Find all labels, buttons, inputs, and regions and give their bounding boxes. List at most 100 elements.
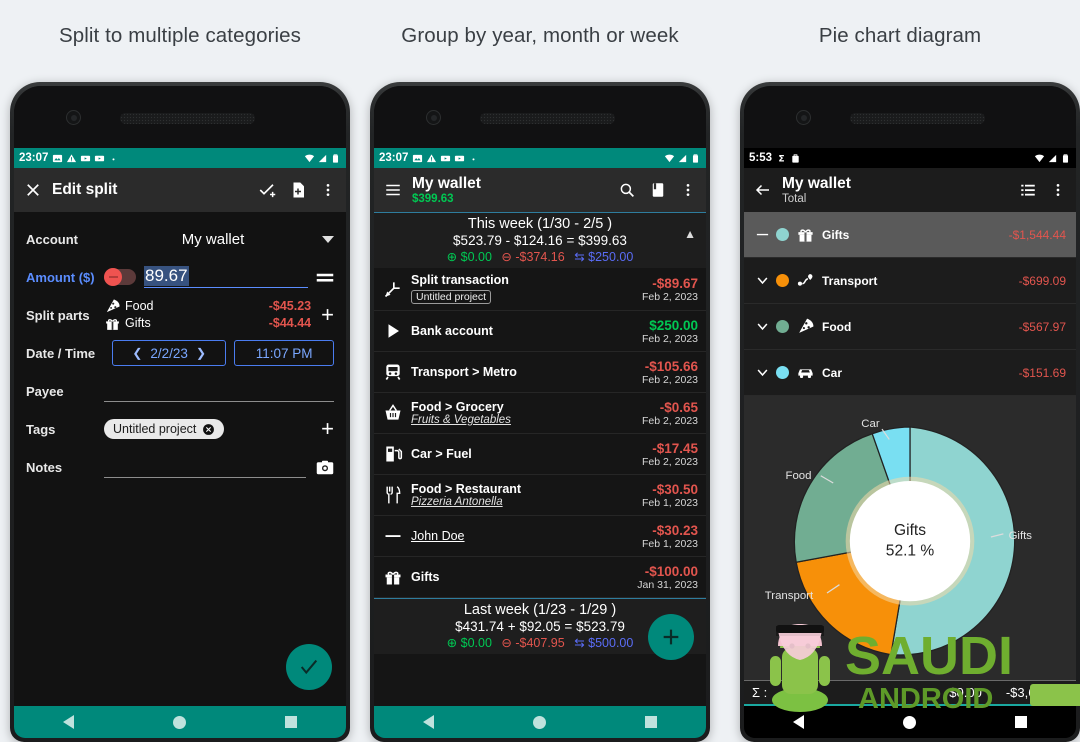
field-payee[interactable]: Payee: [26, 372, 334, 410]
route-icon: [797, 274, 813, 286]
chevron-down-icon[interactable]: [754, 273, 771, 288]
back-arrow-icon[interactable]: [754, 181, 772, 199]
account-value[interactable]: My wallet: [104, 231, 322, 248]
split-part-row[interactable]: Food -$45.23: [104, 298, 311, 315]
table-row[interactable]: Food > Restaurant Pizzeria Antonella -$3…: [374, 475, 706, 516]
check-add-icon[interactable]: [258, 181, 276, 199]
add-tag-button[interactable]: +: [321, 418, 334, 440]
back-triangle-icon[interactable]: [63, 715, 75, 729]
close-icon[interactable]: [24, 181, 42, 199]
file-add-icon[interactable]: [289, 181, 307, 199]
account-label: Account: [26, 231, 78, 247]
date-time-label: Date / Time: [26, 345, 96, 361]
status-bar: 5:53 Σ: [744, 148, 1076, 168]
wallet-title-block: My wallet $399.63: [412, 175, 481, 205]
notes-input[interactable]: [104, 456, 306, 478]
field-notes[interactable]: Notes: [26, 448, 334, 486]
table-row[interactable]: Split transaction Untitled project -$89.…: [374, 268, 706, 311]
home-circle-icon[interactable]: [532, 715, 546, 729]
row-title: Gifts: [411, 570, 440, 584]
table-row[interactable]: Car > Fuel -$17.45 Feb 2, 2023: [374, 434, 706, 475]
next-day-icon[interactable]: ❯: [196, 346, 206, 360]
overflow-icon[interactable]: [320, 182, 336, 198]
tag-chip[interactable]: Untitled project: [104, 419, 225, 439]
earpiece-speaker: [480, 113, 615, 124]
hamburger-icon[interactable]: [384, 181, 402, 199]
recents-square-icon[interactable]: [284, 716, 297, 728]
field-date-time[interactable]: Date / Time ❮ 2/2/23 ❯ 11:07 PM: [26, 334, 334, 372]
chevron-down-icon[interactable]: [754, 319, 771, 334]
home-circle-icon[interactable]: [172, 715, 186, 729]
field-account[interactable]: Account My wallet: [26, 220, 334, 258]
status-system-icons: [304, 153, 341, 164]
status-system-icons: [1034, 153, 1071, 164]
table-row[interactable]: Gifts -$100.00 Jan 31, 2023: [374, 557, 706, 598]
chevron-up-icon[interactable]: ▲: [684, 227, 696, 241]
list-item[interactable]: Transport -$699.09: [744, 258, 1076, 304]
group-header-this-week[interactable]: This week (1/30 - 2/5 ) $523.79 - $124.1…: [374, 212, 706, 268]
chevron-down-icon[interactable]: [322, 235, 334, 243]
transaction-list[interactable]: This week (1/30 - 2/5 ) $523.79 - $124.1…: [374, 212, 706, 706]
warning-icon: [427, 153, 437, 162]
payee-input[interactable]: [104, 380, 334, 402]
overflow-icon[interactable]: [680, 182, 696, 198]
list-item[interactable]: Food -$567.97: [744, 304, 1076, 350]
equals-calculator-icon[interactable]: [316, 271, 334, 284]
amount-value[interactable]: 89.67: [144, 266, 189, 286]
recents-square-icon[interactable]: [1014, 716, 1027, 728]
category-list[interactable]: Gifts -$1,544.44 Transport -$699.09 Food…: [744, 212, 1076, 396]
chevron-down-icon[interactable]: [754, 365, 771, 380]
time-value[interactable]: 11:07 PM: [256, 346, 313, 361]
notes-label: Notes: [26, 459, 63, 475]
app-bar-actions: [258, 181, 336, 199]
status-notification-icons: [412, 153, 479, 164]
book-icon[interactable]: [649, 181, 667, 199]
row-amount: -$89.67: [652, 275, 698, 291]
camera-icon[interactable]: [316, 460, 334, 475]
list-icon[interactable]: [1019, 181, 1037, 199]
back-triangle-icon[interactable]: [423, 715, 435, 729]
field-amount[interactable]: Amount ($) 89.67: [26, 258, 334, 296]
sign-toggle[interactable]: [104, 268, 136, 286]
prev-day-icon[interactable]: ❮: [132, 346, 142, 360]
wallet-balance: $399.63: [412, 193, 454, 205]
video-icon: [81, 155, 91, 161]
field-tags[interactable]: Tags Untitled project +: [26, 410, 334, 448]
earpiece-speaker: [120, 113, 255, 124]
date-value[interactable]: 2/2/23: [150, 346, 188, 361]
row-right: $250.00 Feb 2, 2023: [636, 318, 698, 345]
split-part-name: Gifts: [125, 316, 151, 330]
table-row[interactable]: Transport > Metro -$105.66 Feb 2, 2023: [374, 352, 706, 393]
field-split-parts[interactable]: Split parts Food -$45.23 Gifts -$44.44 +: [26, 296, 334, 334]
split-part-row[interactable]: Gifts -$44.44: [104, 315, 311, 332]
row-main: Food > Restaurant Pizzeria Antonella: [411, 482, 636, 508]
row-title: John Doe: [411, 529, 465, 543]
list-item[interactable]: Car -$151.69: [744, 350, 1076, 396]
recents-square-icon[interactable]: [644, 716, 657, 728]
add-transaction-fab[interactable]: [648, 614, 694, 660]
save-fab-button[interactable]: [286, 644, 332, 690]
table-row[interactable]: Food > Grocery Fruits & Vegetables -$0.6…: [374, 393, 706, 434]
sum-total: -$3,685.68: [1005, 685, 1068, 700]
group-prev-balance: $523.79: [453, 233, 502, 248]
signal-icon: [678, 154, 687, 162]
list-item[interactable]: Gifts -$1,544.44: [744, 212, 1076, 258]
remove-tag-icon[interactable]: [202, 423, 215, 436]
table-row[interactable]: Bank account $250.00 Feb 2, 2023: [374, 311, 706, 352]
table-row[interactable]: John Doe -$30.23 Feb 1, 2023: [374, 516, 706, 557]
date-picker[interactable]: ❮ 2/2/23 ❯: [112, 340, 227, 366]
back-triangle-icon[interactable]: [793, 715, 805, 729]
search-icon[interactable]: [618, 181, 636, 199]
svg-text:Σ: Σ: [778, 153, 784, 163]
category-name: Gifts: [822, 227, 850, 242]
row-date: Feb 2, 2023: [641, 414, 698, 427]
pie-chart[interactable]: Gifts 52.1 % Gifts Transport Food Car: [744, 396, 1076, 680]
time-picker[interactable]: 11:07 PM: [234, 340, 334, 366]
amount-input[interactable]: 89.67: [144, 266, 308, 288]
dash-icon[interactable]: [754, 227, 771, 242]
home-circle-icon[interactable]: [902, 715, 916, 729]
pie-chart-svg[interactable]: Gifts 52.1 % Gifts Transport Food Car: [744, 396, 1076, 680]
add-split-part-button[interactable]: +: [321, 304, 334, 326]
overflow-icon[interactable]: [1050, 182, 1066, 198]
row-subtitle: Untitled project: [411, 290, 492, 304]
